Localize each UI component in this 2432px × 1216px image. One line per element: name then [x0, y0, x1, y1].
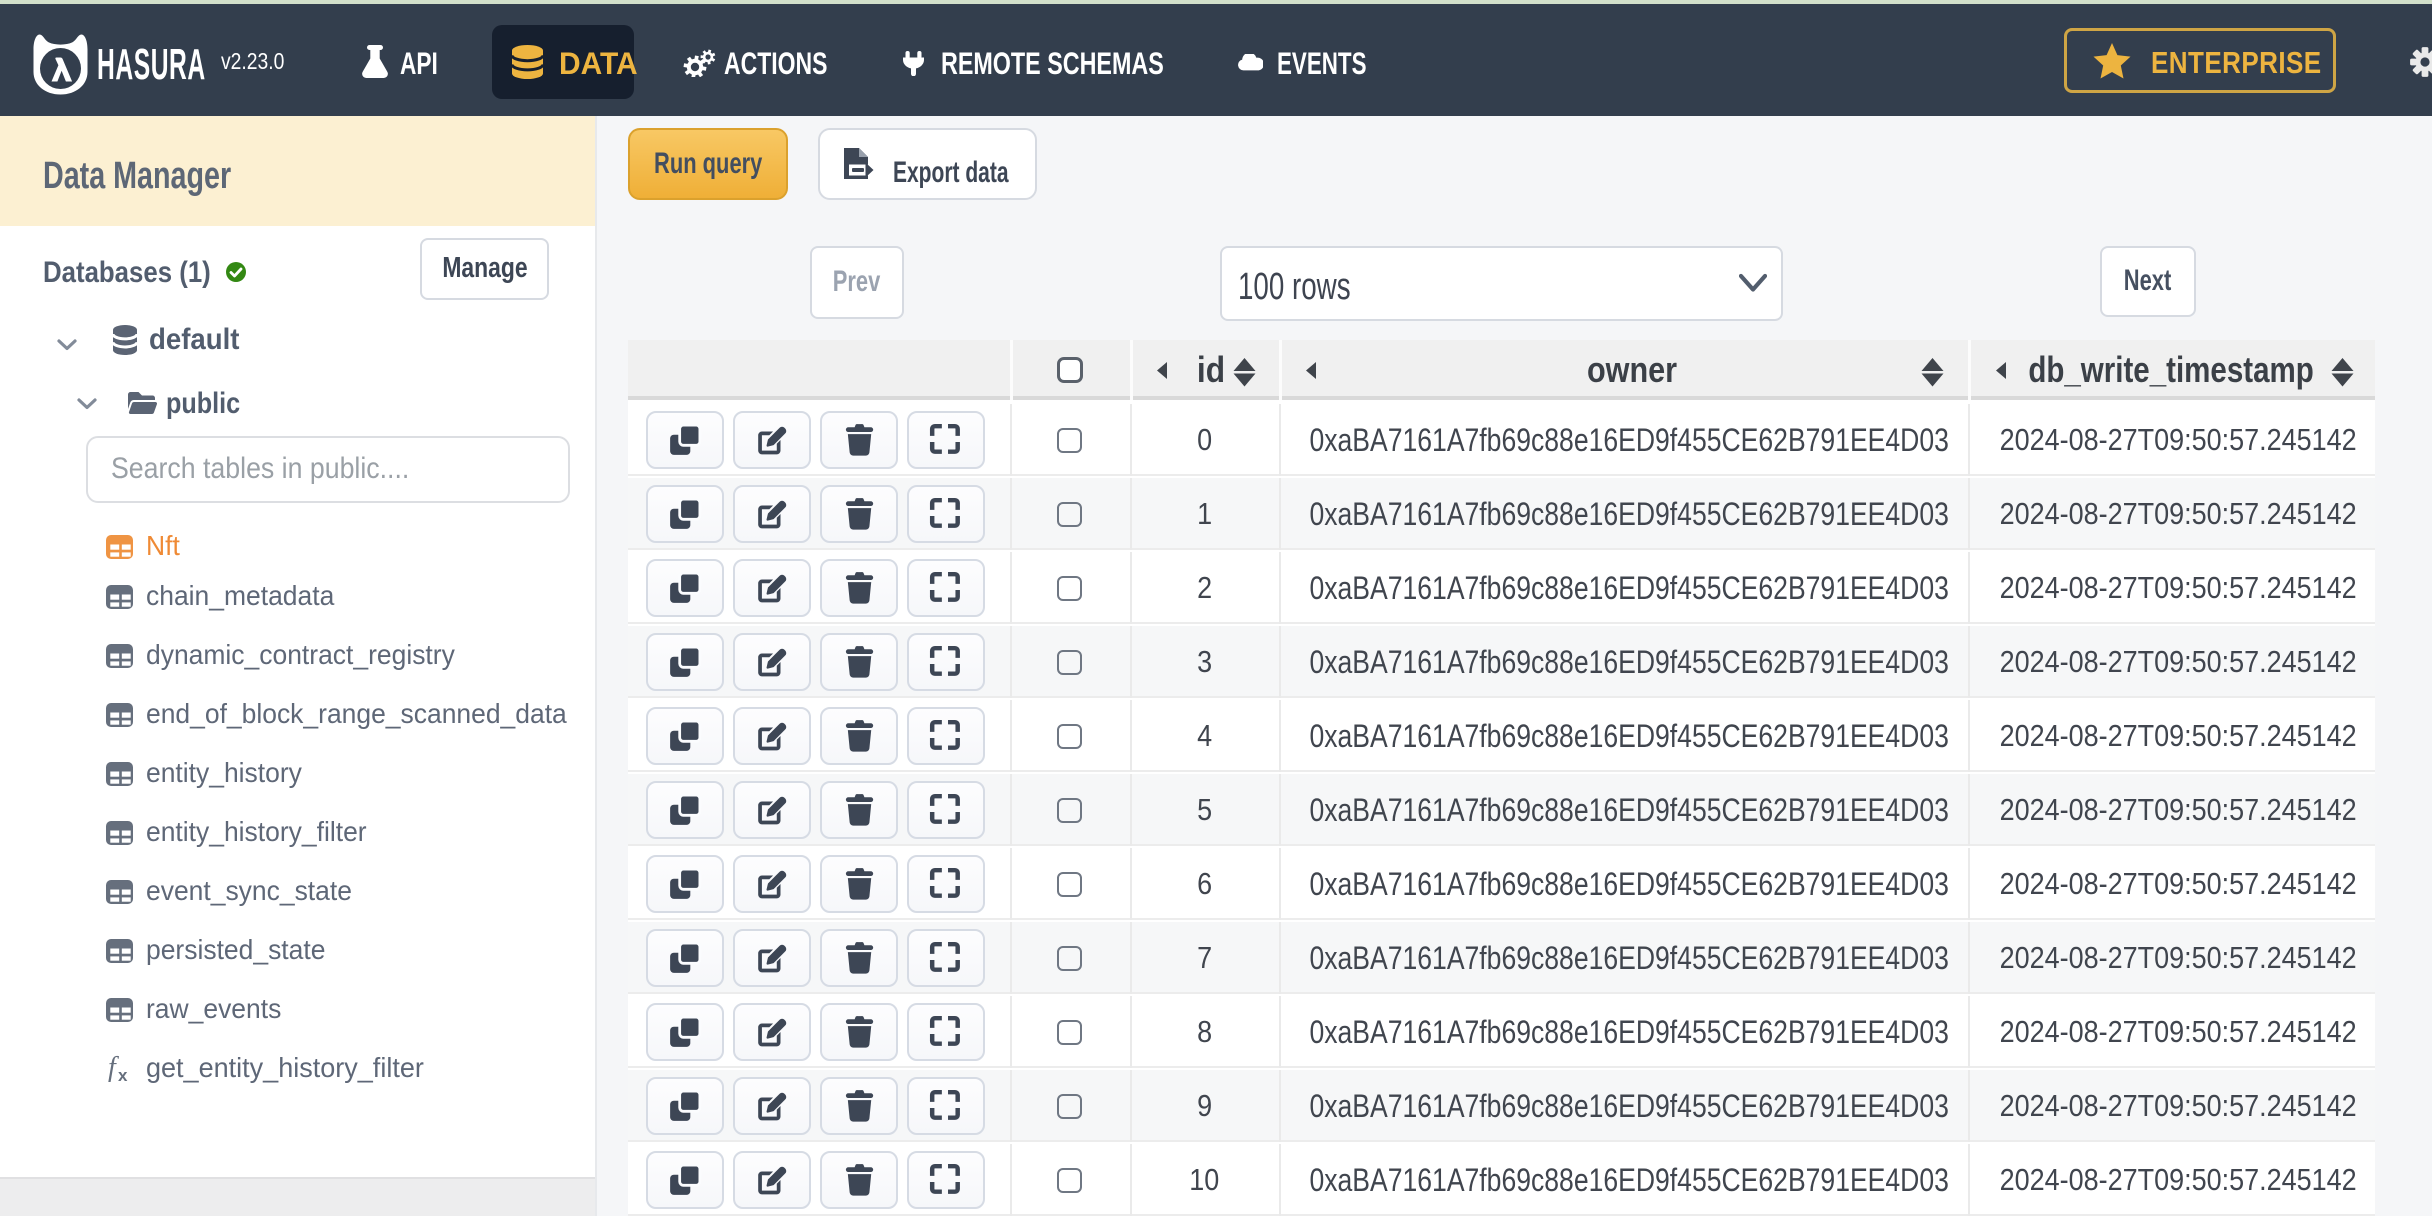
svg-text:x: x: [118, 1066, 128, 1084]
